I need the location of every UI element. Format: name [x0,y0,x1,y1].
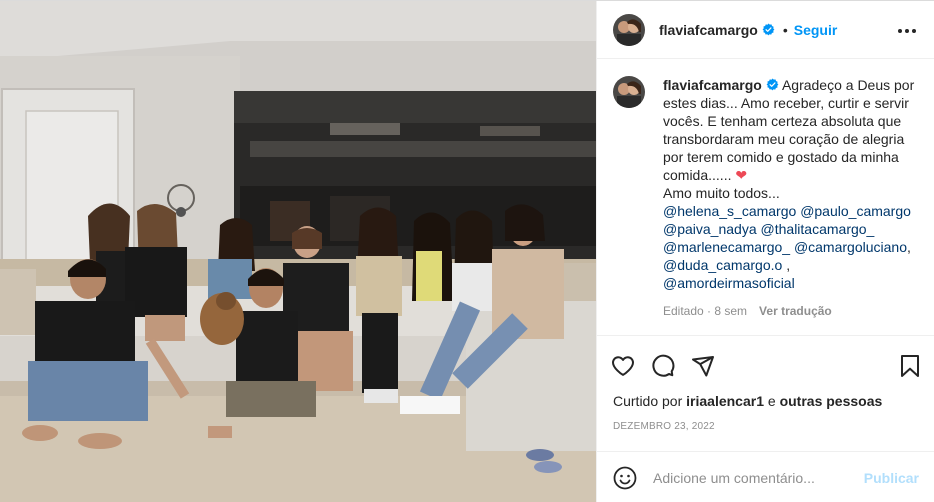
mention-comma: , [786,257,791,273]
bookmark-icon[interactable] [881,346,921,386]
avatar-image [613,76,645,108]
post-header: flaviafcamargo • Seguir [597,1,934,59]
instagram-post: flaviafcamargo • Seguir flaviafcamargo A… [0,0,934,502]
comment-bubble-icon[interactable] [651,346,691,386]
caption-body: flaviafcamargo Agradeço a Deus por estes… [663,76,919,320]
post-sidebar: flaviafcamargo • Seguir flaviafcamargo A… [596,1,934,502]
mention-comma: , [906,239,911,255]
mention-link[interactable]: @camargoluciano [794,239,907,255]
post-photo[interactable] [0,1,596,502]
likes-prefix: Curtido por [613,393,687,409]
caption-row: flaviafcamargo Agradeço a Deus por estes… [613,76,921,320]
mention-link[interactable]: @duda_camargo.o [663,257,782,273]
avatar-image [613,13,645,46]
emoji-smile-icon[interactable] [613,465,639,491]
mention-link[interactable]: @paiva_nadya [663,221,757,237]
verified-badge-icon [762,23,775,36]
verified-badge-icon [766,77,779,91]
comments-section: flaviafcamargo Agradeço a Deus por estes… [597,60,934,336]
caption-closing: Amo muito todos... [663,185,780,201]
publish-button[interactable]: Publicar [864,470,919,486]
mention-link[interactable]: @amordeirmasoficial [663,275,795,291]
action-bar [597,343,934,389]
follow-button[interactable]: Seguir [794,22,838,38]
mention-link[interactable]: @paulo_camargo [800,203,911,219]
heart-emoji: ❤ [735,167,748,183]
see-translation-button[interactable]: Ver tradução [759,304,832,318]
author-avatar[interactable] [613,13,645,46]
edited-label: Editado · 8 sem [663,304,748,318]
paper-plane-icon[interactable] [691,346,731,386]
post-date[interactable]: DEZEMBRO 23, 2022 [613,421,715,432]
more-options-icon[interactable] [895,19,919,43]
caption-meta: Editado · 8 sem Ver tradução [663,302,919,320]
heart-outline-icon[interactable] [611,346,651,386]
family-photo-illustration [0,1,596,502]
likes-middle: e [764,393,780,409]
header-separator: • [782,21,788,38]
comment-input[interactable] [653,469,864,486]
likes-summary: Curtido por iriaalencar1 e outras pessoa… [613,393,882,409]
caption-username[interactable]: flaviafcamargo [663,77,762,93]
liked-by-others[interactable]: outras pessoas [780,393,883,409]
liked-by-user[interactable]: iriaalencar1 [686,393,764,409]
mention-link[interactable]: @marlenecamargo_ [663,239,790,255]
caption-author-avatar[interactable] [613,76,645,108]
author-username[interactable]: flaviafcamargo [659,22,758,38]
mention-link[interactable]: @thalitacamargo_ [761,221,875,237]
add-comment-bar: Publicar [597,451,934,502]
mention-link[interactable]: @helena_s_camargo [663,203,796,219]
